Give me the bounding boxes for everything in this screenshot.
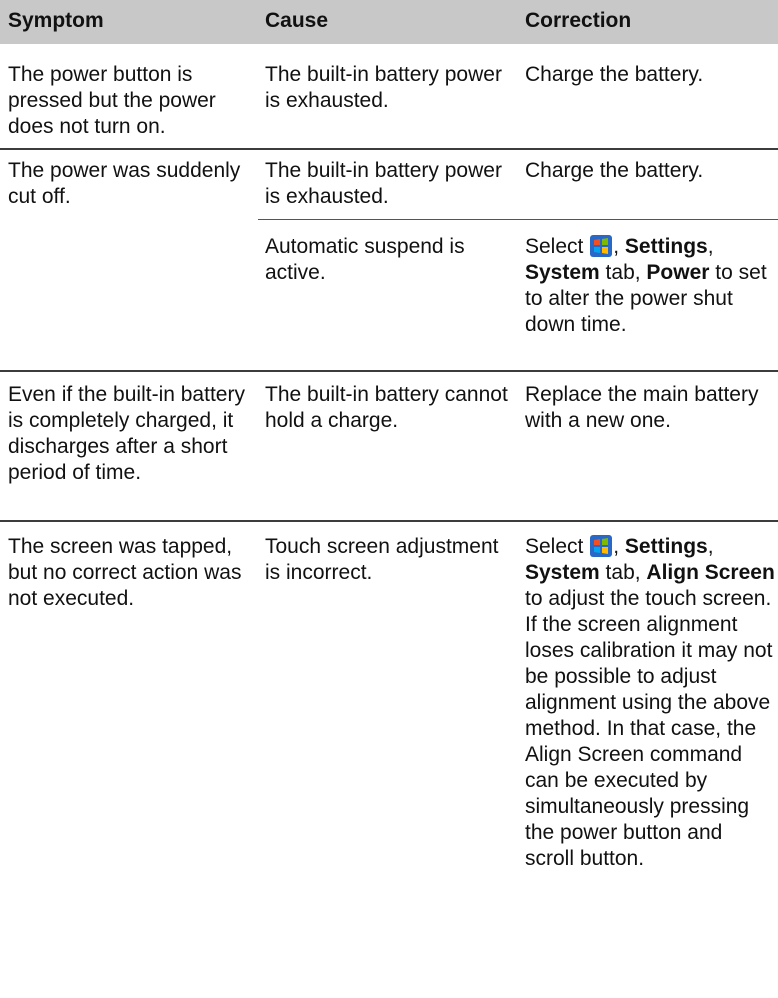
row1-correction: Charge the battery. (525, 63, 704, 86)
row2-correction-a: Charge the battery. (525, 159, 704, 182)
row3-symptom: Even if the built-in battery is complete… (8, 383, 245, 484)
row4-cause: Touch screen adjustment is incorrect. (265, 535, 499, 584)
row1-cause: The built-in battery power is exhausted. (265, 63, 502, 112)
windows-start-icon (590, 235, 613, 257)
row4-correction: Select , Settings, System tab, Align Scr… (525, 535, 775, 870)
sub-row-divider (258, 219, 778, 220)
header-symptom: Symptom (8, 9, 104, 32)
row2-correction-b: Select , Settings, System tab, Power to … (525, 235, 767, 336)
row2-cause-a: The built-in battery power is exhausted. (265, 159, 502, 208)
row3-cause: The built-in battery cannot hold a charg… (265, 383, 508, 432)
row2-cause-b: Automatic suspend is active. (265, 235, 465, 284)
row4-symptom: The screen was tapped, but no correct ac… (8, 535, 242, 610)
windows-start-icon (590, 535, 613, 557)
row-divider (0, 148, 778, 150)
row1-symptom: The power button is pressed but the powe… (8, 63, 216, 138)
header-correction: Correction (525, 9, 632, 32)
row3-correction: Replace the main battery with a new one. (525, 383, 759, 432)
table-header: Symptom Cause Correction (0, 0, 778, 44)
row-divider (0, 520, 778, 522)
row-divider (0, 370, 778, 372)
row2-symptom: The power was suddenly cut off. (8, 159, 241, 208)
header-cause: Cause (265, 9, 329, 32)
